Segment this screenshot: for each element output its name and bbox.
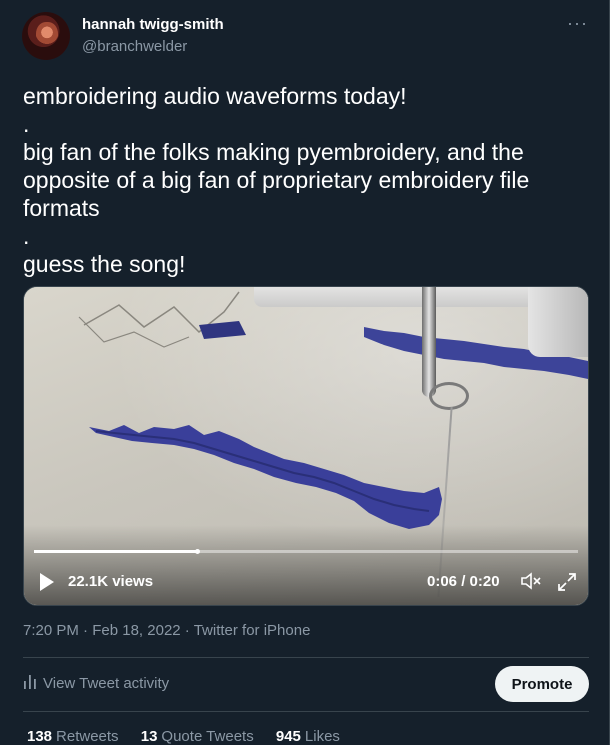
tweet-time[interactable]: 7:20 PM bbox=[23, 622, 79, 639]
play-icon[interactable] bbox=[40, 573, 54, 591]
tweet-date[interactable]: Feb 18, 2022 bbox=[92, 622, 180, 639]
author-username[interactable]: @branchwelder bbox=[82, 38, 187, 55]
tweet-stats: 138 Retweets 13 Quote Tweets 945 Likes bbox=[27, 728, 358, 745]
controls-overlay bbox=[24, 525, 588, 605]
retweets-count: 138 bbox=[27, 728, 53, 745]
quotes-stat[interactable]: 13 Quote Tweets bbox=[141, 728, 254, 745]
likes-label: Likes bbox=[304, 728, 340, 745]
more-icon[interactable]: ··· bbox=[567, 14, 588, 32]
likes-count: 945 bbox=[275, 728, 301, 745]
bar-chart-icon bbox=[24, 675, 36, 689]
quotes-label: Quote Tweets bbox=[161, 728, 254, 745]
needle bbox=[422, 287, 436, 397]
fullscreen-icon[interactable] bbox=[556, 571, 578, 593]
view-tweet-activity[interactable]: View Tweet activity bbox=[23, 674, 169, 692]
divider bbox=[23, 657, 589, 658]
likes-stat[interactable]: 945 Likes bbox=[276, 728, 340, 745]
video-time: 0:06 / 0:20 bbox=[427, 573, 500, 590]
progress-fill bbox=[34, 550, 198, 553]
activity-label: View Tweet activity bbox=[43, 675, 170, 692]
view-count: 22.1K views bbox=[68, 573, 154, 590]
author-display-name[interactable]: hannah twigg-smith bbox=[82, 16, 224, 33]
tweet-card: hannah twigg-smith @branchwelder ··· emb… bbox=[0, 0, 610, 745]
promote-button[interactable]: Promote bbox=[495, 666, 589, 702]
tweet-meta: 7:20 PM · Feb 18, 2022 · Twitter for iPh… bbox=[23, 622, 310, 639]
tweet-line: . bbox=[23, 223, 30, 249]
avatar[interactable] bbox=[22, 12, 70, 60]
retweets-stat[interactable]: 138 Retweets bbox=[27, 728, 119, 745]
video-player[interactable]: 22.1K views 0:06 / 0:20 bbox=[23, 286, 589, 606]
presser-foot bbox=[429, 382, 469, 410]
tweet-line: embroidering audio waveforms today! bbox=[23, 83, 407, 109]
retweets-label: Retweets bbox=[56, 728, 119, 745]
divider bbox=[23, 711, 589, 712]
quotes-count: 13 bbox=[140, 728, 158, 745]
tweet-line: . bbox=[23, 111, 30, 137]
machine-arm bbox=[528, 287, 588, 357]
tweet-source[interactable]: Twitter for iPhone bbox=[194, 622, 311, 639]
mute-icon[interactable] bbox=[520, 571, 542, 591]
tweet-line: guess the song! bbox=[23, 251, 186, 277]
meta-separator: · bbox=[78, 622, 93, 639]
tweet-text: embroidering audio waveforms today! . bi… bbox=[23, 82, 588, 278]
tweet-line: big fan of the folks making pyembroidery… bbox=[23, 139, 530, 221]
meta-separator: · bbox=[180, 622, 194, 639]
